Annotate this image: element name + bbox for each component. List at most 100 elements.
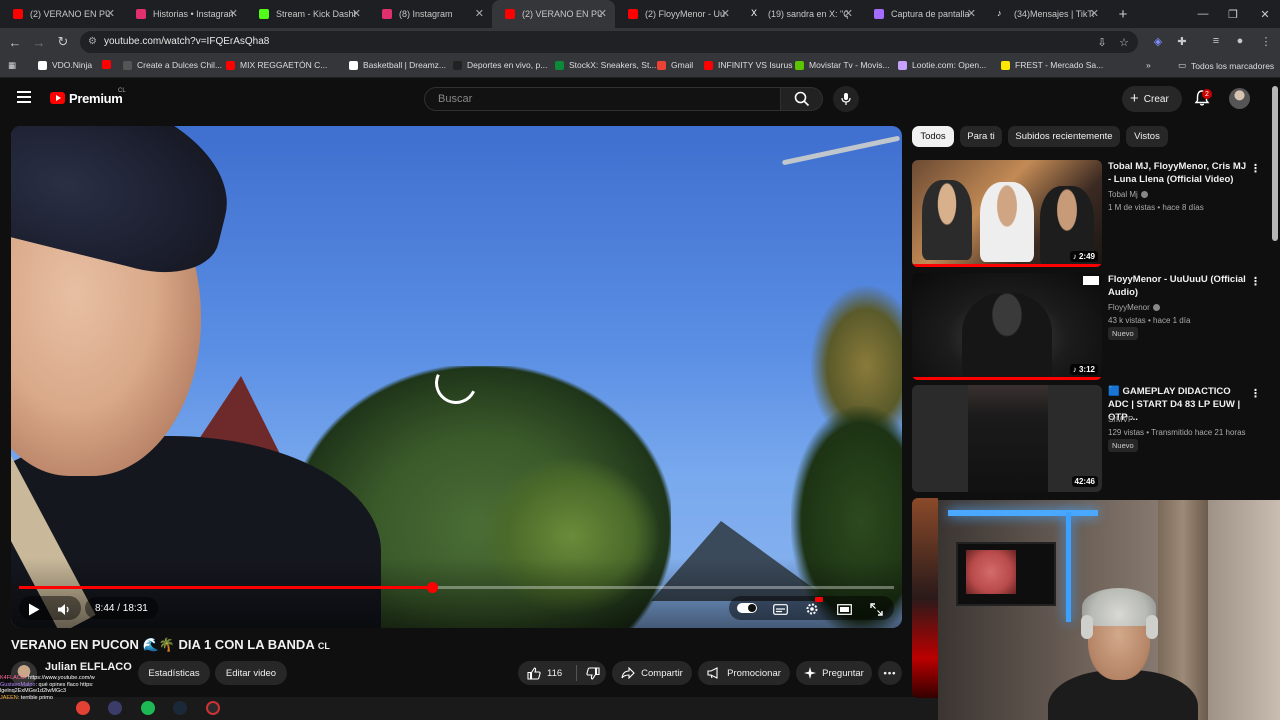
- microphone-icon: [841, 93, 851, 105]
- restore-icon[interactable]: ❐: [1218, 0, 1248, 28]
- more-options-icon[interactable]: ⋮: [1250, 162, 1261, 175]
- voice-search-button[interactable]: [833, 86, 859, 112]
- fullscreen-button[interactable]: [867, 598, 885, 620]
- like-button[interactable]: [527, 666, 541, 680]
- more-actions-button[interactable]: •••: [878, 661, 902, 685]
- install-app-icon[interactable]: ⇩: [1094, 34, 1110, 50]
- extensions-puzzle-icon[interactable]: ✚: [1174, 33, 1190, 49]
- bookmark-item[interactable]: Gmail: [657, 60, 693, 70]
- browser-tab[interactable]: (2) VERANO EN PUCÓ✕: [0, 0, 123, 28]
- promote-button[interactable]: Promocionar: [698, 661, 790, 685]
- back-icon[interactable]: ←: [6, 33, 24, 51]
- autoplay-toggle[interactable]: [737, 603, 757, 613]
- more-options-icon[interactable]: ⋮: [1250, 387, 1261, 400]
- url-text[interactable]: youtube.com/watch?v=IFQErAsQha8: [104, 36, 269, 47]
- stats-button[interactable]: Estadísticas: [138, 661, 210, 685]
- bookmark-item[interactable]: FREST - Mercado Sa...: [1001, 60, 1103, 70]
- bookmark-item[interactable]: Basketball | Dreamz...: [349, 60, 446, 70]
- more-horizontal-icon: •••: [883, 667, 897, 679]
- media-controls-icon[interactable]: ≡: [1208, 33, 1224, 49]
- recommended-channel[interactable]: SrMVP: [1108, 413, 1133, 426]
- bookmark-item[interactable]: Lootie.com: Open...: [898, 60, 986, 70]
- close-tab-icon[interactable]: ✕: [475, 7, 484, 20]
- browser-tab[interactable]: X (19) sandra en X: "Qu ✕: [738, 0, 861, 28]
- recommended-title[interactable]: Tobal MJ, FloyyMenor, Cris MJ - Luna Lle…: [1108, 160, 1248, 186]
- bookmark-star-icon[interactable]: ☆: [1116, 34, 1132, 50]
- bookmark-item[interactable]: [102, 60, 116, 69]
- omnibox[interactable]: ⚙ youtube.com/watch?v=IFQErAsQha8 ⇩ ☆: [80, 31, 1138, 53]
- profile-icon[interactable]: ●: [1232, 33, 1248, 49]
- site-info-icon[interactable]: ⚙: [88, 36, 97, 47]
- chip-vistos[interactable]: Vistos: [1126, 126, 1168, 147]
- video-player[interactable]: 8:44 / 18:31: [11, 126, 902, 628]
- browser-tab[interactable]: (2) FloyyMenor - UuU ✕: [615, 0, 738, 28]
- youtube-premium-logo[interactable]: Premium: [69, 91, 123, 106]
- share-button[interactable]: Compartir: [612, 661, 692, 685]
- bookmark-item[interactable]: StockX: Sneakers, St...: [555, 60, 656, 70]
- subtitles-button[interactable]: [771, 598, 789, 620]
- search-button[interactable]: [781, 87, 823, 111]
- browser-menu-icon[interactable]: ⋮: [1258, 33, 1274, 49]
- recommended-title[interactable]: FloyyMenor - UuUuuU (Official Audio): [1108, 273, 1248, 299]
- recommended-thumbnail[interactable]: ♪ 3:12: [912, 273, 1102, 380]
- recommended-thumbnail[interactable]: ♪ 2:49: [912, 160, 1102, 267]
- close-tab-icon[interactable]: ✕: [1090, 7, 1099, 20]
- recommended-thumbnail[interactable]: 42:46: [912, 385, 1102, 492]
- obs-taskbar-icon[interactable]: [206, 701, 220, 715]
- edit-video-button[interactable]: Editar video: [215, 661, 287, 685]
- menu-icon[interactable]: [17, 91, 31, 103]
- close-tab-icon[interactable]: ✕: [229, 7, 238, 20]
- search-box[interactable]: [424, 87, 781, 111]
- ask-button[interactable]: Preguntar: [796, 661, 872, 685]
- close-tab-icon[interactable]: ✕: [967, 7, 976, 20]
- bookmark-item[interactable]: Deportes en vivo, p...: [453, 60, 547, 70]
- new-tab-icon[interactable]: +: [1111, 2, 1135, 26]
- bookmark-item[interactable]: Movistar Tv - Movis...: [795, 60, 890, 70]
- close-tab-icon[interactable]: ✕: [106, 7, 115, 20]
- close-tab-icon[interactable]: ✕: [721, 7, 730, 20]
- search-input[interactable]: [425, 88, 780, 110]
- chip-todos[interactable]: Todos: [912, 126, 954, 147]
- close-tab-icon[interactable]: ✕: [844, 7, 853, 20]
- all-bookmarks-folder[interactable]: ▭ Todos los marcadores: [1178, 60, 1274, 71]
- browser-tab[interactable]: Historias • Instagram ✕: [123, 0, 246, 28]
- browser-tab[interactable]: ♪ (34)Mensajes | TikTok ✕: [984, 0, 1107, 28]
- close-tab-icon[interactable]: ✕: [598, 7, 607, 20]
- bookmark-item[interactable]: MIX REGGAETÓN C...: [226, 60, 327, 70]
- browser-tab-active[interactable]: (2) VERANO EN PUC ✕: [492, 0, 615, 28]
- more-options-icon[interactable]: ⋮: [1250, 275, 1261, 288]
- bookmark-item[interactable]: Create a Dulces Chil...: [123, 60, 222, 70]
- close-tab-icon[interactable]: ✕: [352, 7, 361, 20]
- steam-taskbar-icon[interactable]: [173, 701, 187, 715]
- more-bookmarks-icon[interactable]: »: [1146, 60, 1151, 70]
- apps-grid-icon[interactable]: ▦: [8, 60, 16, 71]
- channel-name[interactable]: Julian ELFLACO: [45, 661, 132, 673]
- scrubber-handle[interactable]: [426, 582, 438, 593]
- browser-tab[interactable]: (8) Instagram ✕: [369, 0, 492, 28]
- play-button[interactable]: [25, 598, 43, 620]
- close-window-icon[interactable]: ✕: [1250, 0, 1280, 28]
- extension-icon[interactable]: ◈: [1150, 33, 1166, 49]
- dislike-button[interactable]: [586, 666, 600, 680]
- chip-para-ti[interactable]: Para ti: [960, 126, 1002, 147]
- progress-bar[interactable]: [19, 582, 894, 593]
- miniplayer-button[interactable]: [835, 598, 853, 620]
- browser-tab[interactable]: Stream - Kick Dashbo ✕: [246, 0, 369, 28]
- recommended-channel[interactable]: Tobal Mj: [1108, 188, 1148, 201]
- create-button[interactable]: + Crear: [1122, 86, 1182, 112]
- forward-icon[interactable]: →: [30, 33, 48, 51]
- gmail-icon: [657, 60, 666, 70]
- volume-button[interactable]: [55, 598, 73, 620]
- reload-icon[interactable]: ↻: [54, 33, 72, 51]
- youtube-logo-icon[interactable]: [50, 92, 65, 104]
- spotify-taskbar-icon[interactable]: [141, 701, 155, 715]
- bookmark-item[interactable]: VDO.Ninja: [38, 60, 92, 70]
- recommended-channel[interactable]: FloyyMenor: [1108, 301, 1160, 314]
- chip-subidos-recientemente[interactable]: Subidos recientemente: [1008, 126, 1120, 147]
- minimize-icon[interactable]: —: [1188, 0, 1218, 28]
- browser-tab[interactable]: Captura de pantalla ✕: [861, 0, 984, 28]
- page-scrollbar[interactable]: [1272, 86, 1278, 241]
- settings-button[interactable]: [803, 597, 823, 620]
- account-avatar[interactable]: [1229, 88, 1250, 109]
- bookmark-item[interactable]: INFINITY VS Isurus: [704, 60, 792, 70]
